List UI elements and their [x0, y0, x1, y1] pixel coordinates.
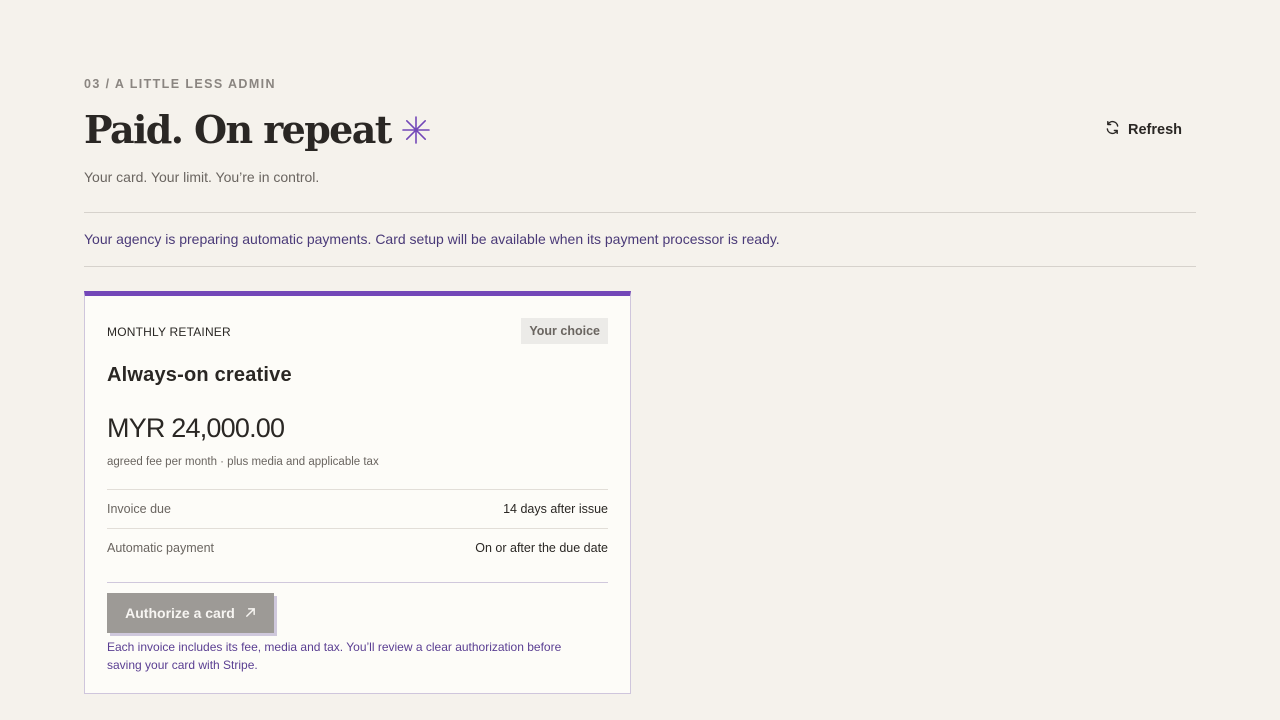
page-title: Paid. On repeat [84, 107, 392, 152]
page-subtitle: Your card. Your limit. You’re in control… [84, 169, 320, 185]
choice-badge: Your choice [521, 318, 608, 344]
retainer-card: MONTHLY RETAINER Your choice Always-on c… [84, 291, 631, 694]
refresh-button[interactable]: Refresh [1095, 114, 1192, 145]
detail-value: On or after the due date [475, 541, 608, 555]
divider-top [84, 212, 1196, 213]
authorization-footnote: Each invoice includes its fee, media and… [107, 640, 562, 672]
price: MYR 24,000.00 [107, 413, 285, 443]
asterisk-icon [401, 115, 431, 145]
plan-name: Always-on creative [107, 364, 292, 386]
detail-key: Automatic payment [107, 541, 214, 555]
detail-row-automatic-payment: Automatic payment On or after the due da… [107, 528, 608, 567]
detail-key: Invoice due [107, 502, 171, 516]
authorize-card-button[interactable]: Authorize a card [107, 593, 274, 633]
card-separator [107, 582, 608, 583]
price-note: agreed fee per month · plus media and ap… [107, 456, 379, 468]
arrow-up-right-icon [245, 605, 256, 621]
refresh-label: Refresh [1128, 121, 1182, 138]
title-row: Paid. On repeat [84, 106, 431, 154]
eyebrow: 03 / A LITTLE LESS ADMIN [84, 77, 276, 91]
detail-value: 14 days after issue [503, 502, 608, 516]
divider-bottom [84, 266, 1196, 267]
card-label: MONTHLY RETAINER [107, 325, 231, 339]
refresh-icon [1105, 120, 1120, 139]
detail-row-invoice-due: Invoice due 14 days after issue [107, 489, 608, 528]
authorize-card-label: Authorize a card [125, 605, 235, 621]
setup-notice: Your agency is preparing automatic payme… [84, 231, 780, 247]
